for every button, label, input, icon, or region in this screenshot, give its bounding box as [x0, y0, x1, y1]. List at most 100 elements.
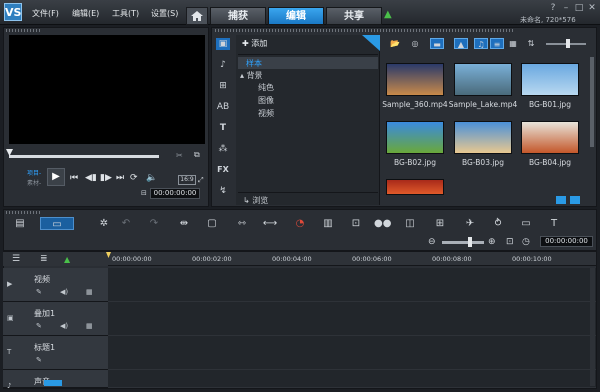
tree-item-image[interactable]: 图像 [258, 95, 274, 106]
video-filter-icon[interactable]: ▬ [430, 38, 444, 49]
menu-file[interactable]: 文件(F) [32, 8, 59, 19]
3d-title-icon[interactable]: T [546, 217, 562, 230]
menu-settings[interactable]: 设置(S) [151, 8, 178, 19]
prev-frame-icon[interactable]: ◀▮ [85, 173, 97, 183]
loop-icon[interactable]: ⥁ [490, 217, 506, 230]
list-view-icon[interactable]: ≡ [490, 38, 504, 49]
tree-item-background[interactable]: ▴ 背景 [240, 70, 263, 81]
tab-capture[interactable]: 捕获 [210, 7, 266, 25]
aspect-ratio-button[interactable]: 16:9 [178, 175, 196, 185]
go-start-icon[interactable]: ⏮ [70, 173, 78, 183]
motion-tracking-icon[interactable]: ●● [374, 217, 391, 230]
storyboard-view-icon[interactable]: ▤ [12, 217, 28, 230]
library-view-icon[interactable] [556, 196, 566, 204]
media-icon[interactable]: ▣ [216, 38, 230, 50]
clip-mode-label[interactable]: 素材- [27, 178, 41, 187]
record-icon[interactable]: ◎ [408, 38, 422, 49]
add-button[interactable]: ✚ 添加 [242, 38, 267, 49]
zoom-in-icon[interactable]: ⊕ [488, 237, 496, 247]
track-header[interactable] [3, 336, 108, 370]
minimize-icon[interactable]: – [560, 3, 572, 13]
thumbnail-1[interactable] [454, 63, 512, 96]
home-button[interactable] [186, 7, 208, 25]
graphic-icon[interactable]: AB [216, 101, 230, 113]
play-button[interactable]: ▶ [47, 168, 65, 186]
tab-edit[interactable]: 编辑 [268, 7, 324, 25]
fx-icon[interactable]: ⁂ [216, 143, 230, 155]
filter-icon[interactable]: FX [216, 164, 230, 176]
track-area[interactable] [108, 302, 596, 336]
video-track-icon[interactable]: ▶ [7, 280, 12, 288]
fit-icon[interactable]: ⇹ [176, 217, 192, 230]
motion-icon[interactable]: ✈ [462, 217, 478, 230]
thumbnail-label[interactable]: BG-B03.jpg [448, 158, 518, 167]
maximize-icon[interactable]: □ [573, 3, 585, 13]
title-icon[interactable]: T [216, 122, 230, 134]
undo-icon[interactable]: ↶ [118, 217, 134, 230]
timeline-scrollbar[interactable] [590, 268, 595, 386]
chapter-icon[interactable]: ≣ [40, 254, 48, 264]
zoom-out-icon[interactable]: ⊖ [428, 237, 436, 247]
scrub-bar[interactable] [9, 155, 159, 158]
thumbnail-6[interactable] [386, 179, 444, 195]
tree-item-sample[interactable]: 样本 [246, 58, 262, 69]
horizontal-scroll-thumb[interactable] [44, 380, 62, 386]
screen-icon[interactable]: ▭ [518, 217, 534, 230]
trim-icon[interactable]: ⟷ [262, 217, 278, 230]
tab-share[interactable]: 共享 [326, 7, 382, 25]
timeline-view-icon[interactable]: ▭ [40, 217, 74, 230]
thumbnail-4[interactable] [454, 121, 512, 154]
volume-icon[interactable]: 🔈 [146, 173, 157, 183]
panel-grip[interactable] [6, 211, 42, 214]
photo-filter-icon[interactable]: ▲ [454, 38, 468, 49]
panel-grip[interactable] [6, 29, 42, 32]
mark-icon[interactable]: ⊟ [141, 189, 147, 197]
clock-icon[interactable]: ◷ [522, 237, 530, 247]
track-manager-icon[interactable]: ☰ [12, 254, 20, 264]
track-header[interactable] [3, 268, 108, 302]
multicam-icon[interactable]: ⊞ [432, 217, 448, 230]
repeat-icon[interactable]: ⟳ [130, 173, 138, 183]
panel-grip[interactable] [215, 29, 515, 32]
add-marker-icon[interactable]: ▲ [64, 255, 70, 264]
close-icon[interactable]: ✕ [586, 3, 598, 13]
track-header[interactable] [3, 302, 108, 336]
thumbnail-2[interactable] [521, 63, 579, 96]
instant-project-icon[interactable]: ♪ [216, 59, 230, 71]
tools-icon[interactable]: ✲ [96, 217, 112, 230]
transition-icon[interactable]: ⊞ [216, 80, 230, 92]
tree-item-solid[interactable]: 纯色 [258, 82, 274, 93]
help-icon[interactable]: ? [547, 3, 559, 13]
fullscreen-icon[interactable]: ⤢ [198, 176, 204, 185]
auto-music-icon[interactable]: ⊡ [348, 217, 364, 230]
thumbnail-label[interactable]: BG-B02.jpg [380, 158, 450, 167]
split-icon[interactable]: ⇿ [234, 217, 250, 230]
speaker-icon[interactable]: ◀) [60, 288, 68, 296]
audio-track-icon[interactable]: ♪ [7, 382, 11, 390]
next-frame-icon[interactable]: ▮▶ [100, 173, 112, 183]
go-end-icon[interactable]: ⏭ [116, 173, 124, 183]
sort-icon[interactable]: ⇅ [524, 38, 538, 49]
scissors-icon[interactable]: ✂ [176, 151, 183, 160]
thumbnail-label[interactable]: Sample_Lake.mp4 [448, 100, 518, 109]
overlay-track-icon[interactable]: ▣ [7, 314, 14, 322]
lock-icon[interactable]: ✎ [36, 322, 42, 330]
thumbnail-label[interactable]: Sample_360.mp4 [380, 100, 450, 109]
library-options-icon[interactable] [570, 196, 580, 204]
tree-item-video[interactable]: 视频 [258, 108, 274, 119]
thumb-size-knob[interactable] [566, 39, 570, 48]
thumbnail-0[interactable] [386, 63, 444, 96]
grid-view-icon[interactable]: ▦ [506, 38, 520, 49]
title-track-icon[interactable]: T [7, 348, 11, 356]
grid-icon[interactable]: ▦ [86, 288, 93, 296]
track-area[interactable] [108, 370, 596, 388]
thumbnail-5[interactable] [521, 121, 579, 154]
mixer-icon[interactable]: ▥ [320, 217, 336, 230]
import-folder-icon[interactable]: 📂 [388, 38, 402, 49]
lock-icon[interactable]: ✎ [36, 356, 42, 364]
zoom-knob[interactable] [468, 237, 472, 247]
project-mode-label[interactable]: 项目- [27, 168, 41, 177]
thumbnail-label[interactable]: BG-B04.jpg [515, 158, 585, 167]
library-scrollbar[interactable] [590, 57, 594, 147]
audio-filter-icon[interactable]: ♫ [474, 38, 488, 49]
